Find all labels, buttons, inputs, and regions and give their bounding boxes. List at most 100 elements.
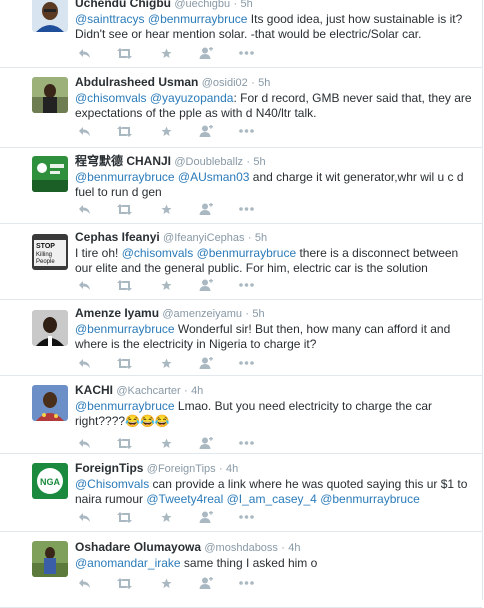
mention-link[interactable]: @chisomvals (75, 91, 147, 105)
tweet-item[interactable]: 程穹默德 CHANJI @Doubleballz · 5h @benmurray… (0, 148, 482, 224)
mention-link[interactable]: @Chisomvals (75, 477, 149, 491)
mention-link[interactable]: @anomandar_irake (75, 556, 181, 570)
avatar[interactable] (32, 0, 68, 32)
mention-link[interactable]: @yayuzopanda (150, 91, 234, 105)
mention-link[interactable]: @chisomvals (122, 246, 194, 260)
more-icon[interactable] (237, 124, 255, 138)
retweet-icon[interactable] (115, 46, 133, 60)
mention-link[interactable]: @benmurraybruce (197, 246, 297, 260)
more-icon[interactable] (237, 356, 255, 370)
tweet-handle[interactable]: @moshdaboss (204, 542, 278, 554)
more-icon[interactable] (237, 278, 255, 292)
avatar[interactable] (32, 310, 68, 346)
reply-icon[interactable] (75, 202, 93, 216)
reply-icon[interactable] (75, 278, 93, 292)
mention-link[interactable]: @benmurraybruce (148, 12, 248, 26)
follow-icon[interactable] (197, 510, 215, 524)
mention-link[interactable]: @benmurraybruce (75, 322, 175, 336)
favorite-icon[interactable] (157, 202, 175, 216)
tweet-timestamp[interactable]: 4h (288, 542, 300, 554)
avatar[interactable] (32, 77, 68, 113)
tweet-timestamp[interactable]: 5h (241, 0, 253, 10)
tweet-item[interactable]: KACHI @Kachcarter · 4h @benmurraybruce L… (0, 376, 482, 454)
tweet-timestamp[interactable]: 5h (252, 308, 264, 320)
tweet-handle[interactable]: @Kachcarter (116, 385, 180, 397)
tweet-item[interactable]: NGA ForeignTips @ForeignTips · 4h @Chiso… (0, 454, 482, 532)
tweet-fullname[interactable]: Abdulrasheed Usman (75, 75, 198, 89)
mention-link[interactable]: @I_am_casey_4 (227, 492, 317, 506)
tweet-handle[interactable]: @amenzeiyamu (162, 308, 242, 320)
more-icon[interactable] (237, 576, 255, 590)
retweet-icon[interactable] (115, 576, 133, 590)
tweet-fullname[interactable]: Cephas Ifeanyi (75, 230, 160, 244)
more-icon[interactable] (237, 510, 255, 524)
avatar[interactable] (32, 156, 68, 192)
tweet-timestamp[interactable]: 4h (191, 385, 203, 397)
tweet-timestamp[interactable]: 5h (253, 156, 265, 168)
tweet-handle[interactable]: @ForeignTips (147, 463, 216, 475)
retweet-icon[interactable] (115, 510, 133, 524)
tweet-fullname[interactable]: ForeignTips (75, 461, 143, 475)
avatar[interactable] (32, 541, 68, 577)
follow-icon[interactable] (197, 436, 215, 450)
mention-link[interactable]: @AUsman03 (178, 170, 250, 184)
reply-icon[interactable] (75, 576, 93, 590)
tweet-text-segment: same thing I asked him o (180, 556, 318, 570)
tweet-fullname[interactable]: Oshadare Olumayowa (75, 540, 201, 554)
retweet-icon[interactable] (115, 124, 133, 138)
tweet-item[interactable]: Oshadare Olumayowa @moshdaboss · 4h @ano… (0, 532, 482, 608)
follow-icon[interactable] (197, 46, 215, 60)
more-icon[interactable] (237, 202, 255, 216)
follow-icon[interactable] (197, 124, 215, 138)
tweet-fullname[interactable]: Amenze Iyamu (75, 306, 159, 320)
avatar[interactable] (32, 385, 68, 421)
tweet-fullname[interactable]: 程穹默德 CHANJI (75, 154, 171, 168)
svg-text:Killing: Killing (36, 252, 52, 258)
tweet-fullname[interactable]: KACHI (75, 383, 113, 397)
tweet-handle[interactable]: @IfeanyiCephas (163, 232, 245, 244)
follow-icon[interactable] (197, 576, 215, 590)
favorite-icon[interactable] (157, 124, 175, 138)
mention-link[interactable]: @sainttracys (75, 12, 145, 26)
tweet-timestamp[interactable]: 5h (258, 77, 270, 89)
avatar[interactable]: NGA (32, 463, 68, 499)
separator-dot: · (247, 232, 252, 244)
favorite-icon[interactable] (157, 576, 175, 590)
favorite-icon[interactable] (157, 510, 175, 524)
favorite-icon[interactable] (157, 278, 175, 292)
favorite-icon[interactable] (157, 356, 175, 370)
retweet-icon[interactable] (115, 436, 133, 450)
tweet-timestamp[interactable]: 5h (255, 232, 267, 244)
tweet-item[interactable]: Abdulrasheed Usman @osidi02 · 5h @chisom… (0, 68, 482, 148)
mention-link[interactable]: @benmurraybruce (320, 492, 420, 506)
follow-icon[interactable] (197, 202, 215, 216)
tweet-timestamp[interactable]: 4h (226, 463, 238, 475)
tweet-handle[interactable]: @Doubleballz (174, 156, 243, 168)
tweet-handle[interactable]: @osidi02 (202, 77, 248, 89)
reply-icon[interactable] (75, 356, 93, 370)
reply-icon[interactable] (75, 436, 93, 450)
reply-icon[interactable] (75, 46, 93, 60)
retweet-icon[interactable] (115, 202, 133, 216)
favorite-icon[interactable] (157, 436, 175, 450)
svg-text:People: People (36, 259, 55, 265)
follow-icon[interactable] (197, 356, 215, 370)
retweet-icon[interactable] (115, 278, 133, 292)
tweet-handle[interactable]: @uechigbu (174, 0, 230, 10)
tweet-item[interactable]: Amenze Iyamu @amenzeiyamu · 5h @benmurra… (0, 300, 482, 376)
retweet-icon[interactable] (115, 356, 133, 370)
mention-link[interactable]: @benmurraybruce (75, 170, 175, 184)
more-icon[interactable] (237, 436, 255, 450)
mention-link[interactable]: @Tweety4real (146, 492, 223, 506)
tweet-fullname[interactable]: Uchendu Chigbu (75, 0, 171, 10)
more-icon[interactable] (237, 46, 255, 60)
avatar[interactable]: STOP Killing People (32, 234, 68, 270)
separator-dot: · (246, 156, 251, 168)
tweet-item[interactable]: STOP Killing People Cephas Ifeanyi @Ifea… (0, 224, 482, 300)
reply-icon[interactable] (75, 510, 93, 524)
mention-link[interactable]: @benmurraybruce (75, 399, 175, 413)
reply-icon[interactable] (75, 124, 93, 138)
follow-icon[interactable] (197, 278, 215, 292)
favorite-icon[interactable] (157, 46, 175, 60)
tweet-item[interactable]: Uchendu Chigbu @uechigbu · 5h @sainttrac… (0, 0, 482, 68)
